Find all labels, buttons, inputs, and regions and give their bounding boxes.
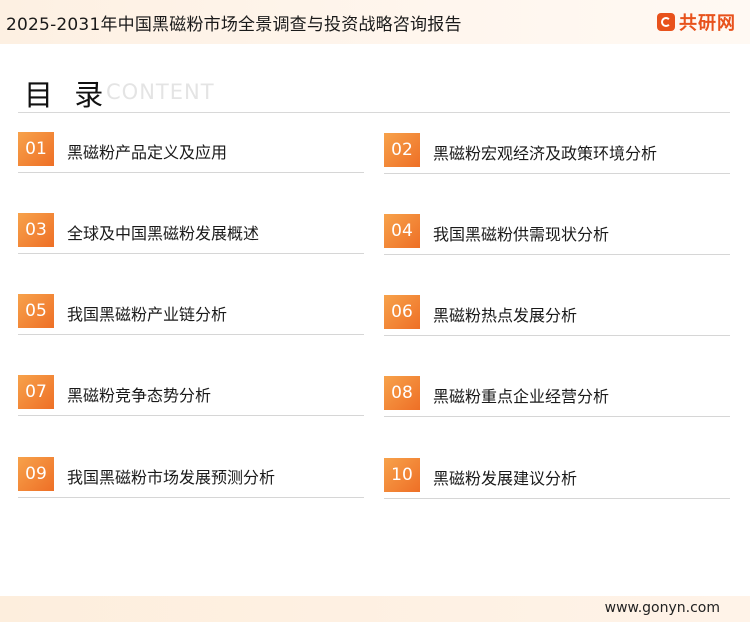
- item-number-badge: 04: [384, 214, 420, 248]
- item-label: 我国黑磁粉市场发展预测分析: [67, 468, 276, 487]
- footer-bar: www.gonyn.com: [0, 596, 750, 622]
- title-divider: [18, 112, 730, 113]
- item-divider: [18, 172, 364, 173]
- item-divider: [18, 497, 364, 498]
- item-number-badge: 08: [384, 376, 420, 410]
- brand-logo: 共研网: [657, 9, 736, 35]
- toc-item-09[interactable]: 09 我国黑磁粉市场发展预测分析: [18, 457, 364, 498]
- item-label: 黑磁粉热点发展分析: [433, 306, 578, 325]
- toc-item-04[interactable]: 04 我国黑磁粉供需现状分析: [384, 214, 730, 255]
- item-number-badge: 06: [384, 295, 420, 329]
- item-divider: [384, 254, 730, 255]
- header-bar: 2025-2031年中国黑磁粉市场全景调查与投资战略咨询报告 共研网: [0, 0, 750, 44]
- toc-item-10[interactable]: 10 黑磁粉发展建议分析: [384, 458, 730, 499]
- g-logo-icon: [657, 13, 675, 31]
- toc-item-06[interactable]: 06 黑磁粉热点发展分析: [384, 295, 730, 336]
- item-divider: [384, 173, 730, 174]
- toc-item-08[interactable]: 08 黑磁粉重点企业经营分析: [384, 376, 730, 417]
- item-number-badge: 09: [18, 457, 54, 491]
- item-label: 全球及中国黑磁粉发展概述: [67, 224, 260, 243]
- toc-item-05[interactable]: 05 我国黑磁粉产业链分析: [18, 294, 364, 335]
- report-title: 2025-2031年中国黑磁粉市场全景调查与投资战略咨询报告: [6, 15, 462, 35]
- item-divider: [18, 253, 364, 254]
- toc-item-02[interactable]: 02 黑磁粉宏观经济及政策环境分析: [384, 133, 730, 174]
- item-label: 黑磁粉发展建议分析: [433, 469, 578, 488]
- item-label: 黑磁粉产品定义及应用: [67, 143, 228, 162]
- item-label: 黑磁粉竞争态势分析: [67, 386, 212, 405]
- item-label: 我国黑磁粉产业链分析: [67, 305, 228, 324]
- logo-text: 共研网: [679, 13, 736, 34]
- toc-title: 目 录: [24, 78, 110, 112]
- item-label: 黑磁粉宏观经济及政策环境分析: [433, 144, 658, 163]
- item-label: 我国黑磁粉供需现状分析: [433, 225, 610, 244]
- item-number-badge: 01: [18, 132, 54, 166]
- item-number-badge: 05: [18, 294, 54, 328]
- toc-subtitle: CONTENT: [106, 80, 215, 104]
- toc-item-07[interactable]: 07 黑磁粉竞争态势分析: [18, 375, 364, 416]
- item-divider: [18, 415, 364, 416]
- item-number-badge: 02: [384, 133, 420, 167]
- item-number-badge: 07: [18, 375, 54, 409]
- item-divider: [18, 334, 364, 335]
- item-number-badge: 10: [384, 458, 420, 492]
- footer-url[interactable]: www.gonyn.com: [605, 600, 720, 616]
- toc-item-01[interactable]: 01 黑磁粉产品定义及应用: [18, 132, 364, 173]
- item-divider: [384, 416, 730, 417]
- item-number-badge: 03: [18, 213, 54, 247]
- item-divider: [384, 498, 730, 499]
- item-label: 黑磁粉重点企业经营分析: [433, 387, 610, 406]
- toc-item-03[interactable]: 03 全球及中国黑磁粉发展概述: [18, 213, 364, 254]
- item-divider: [384, 335, 730, 336]
